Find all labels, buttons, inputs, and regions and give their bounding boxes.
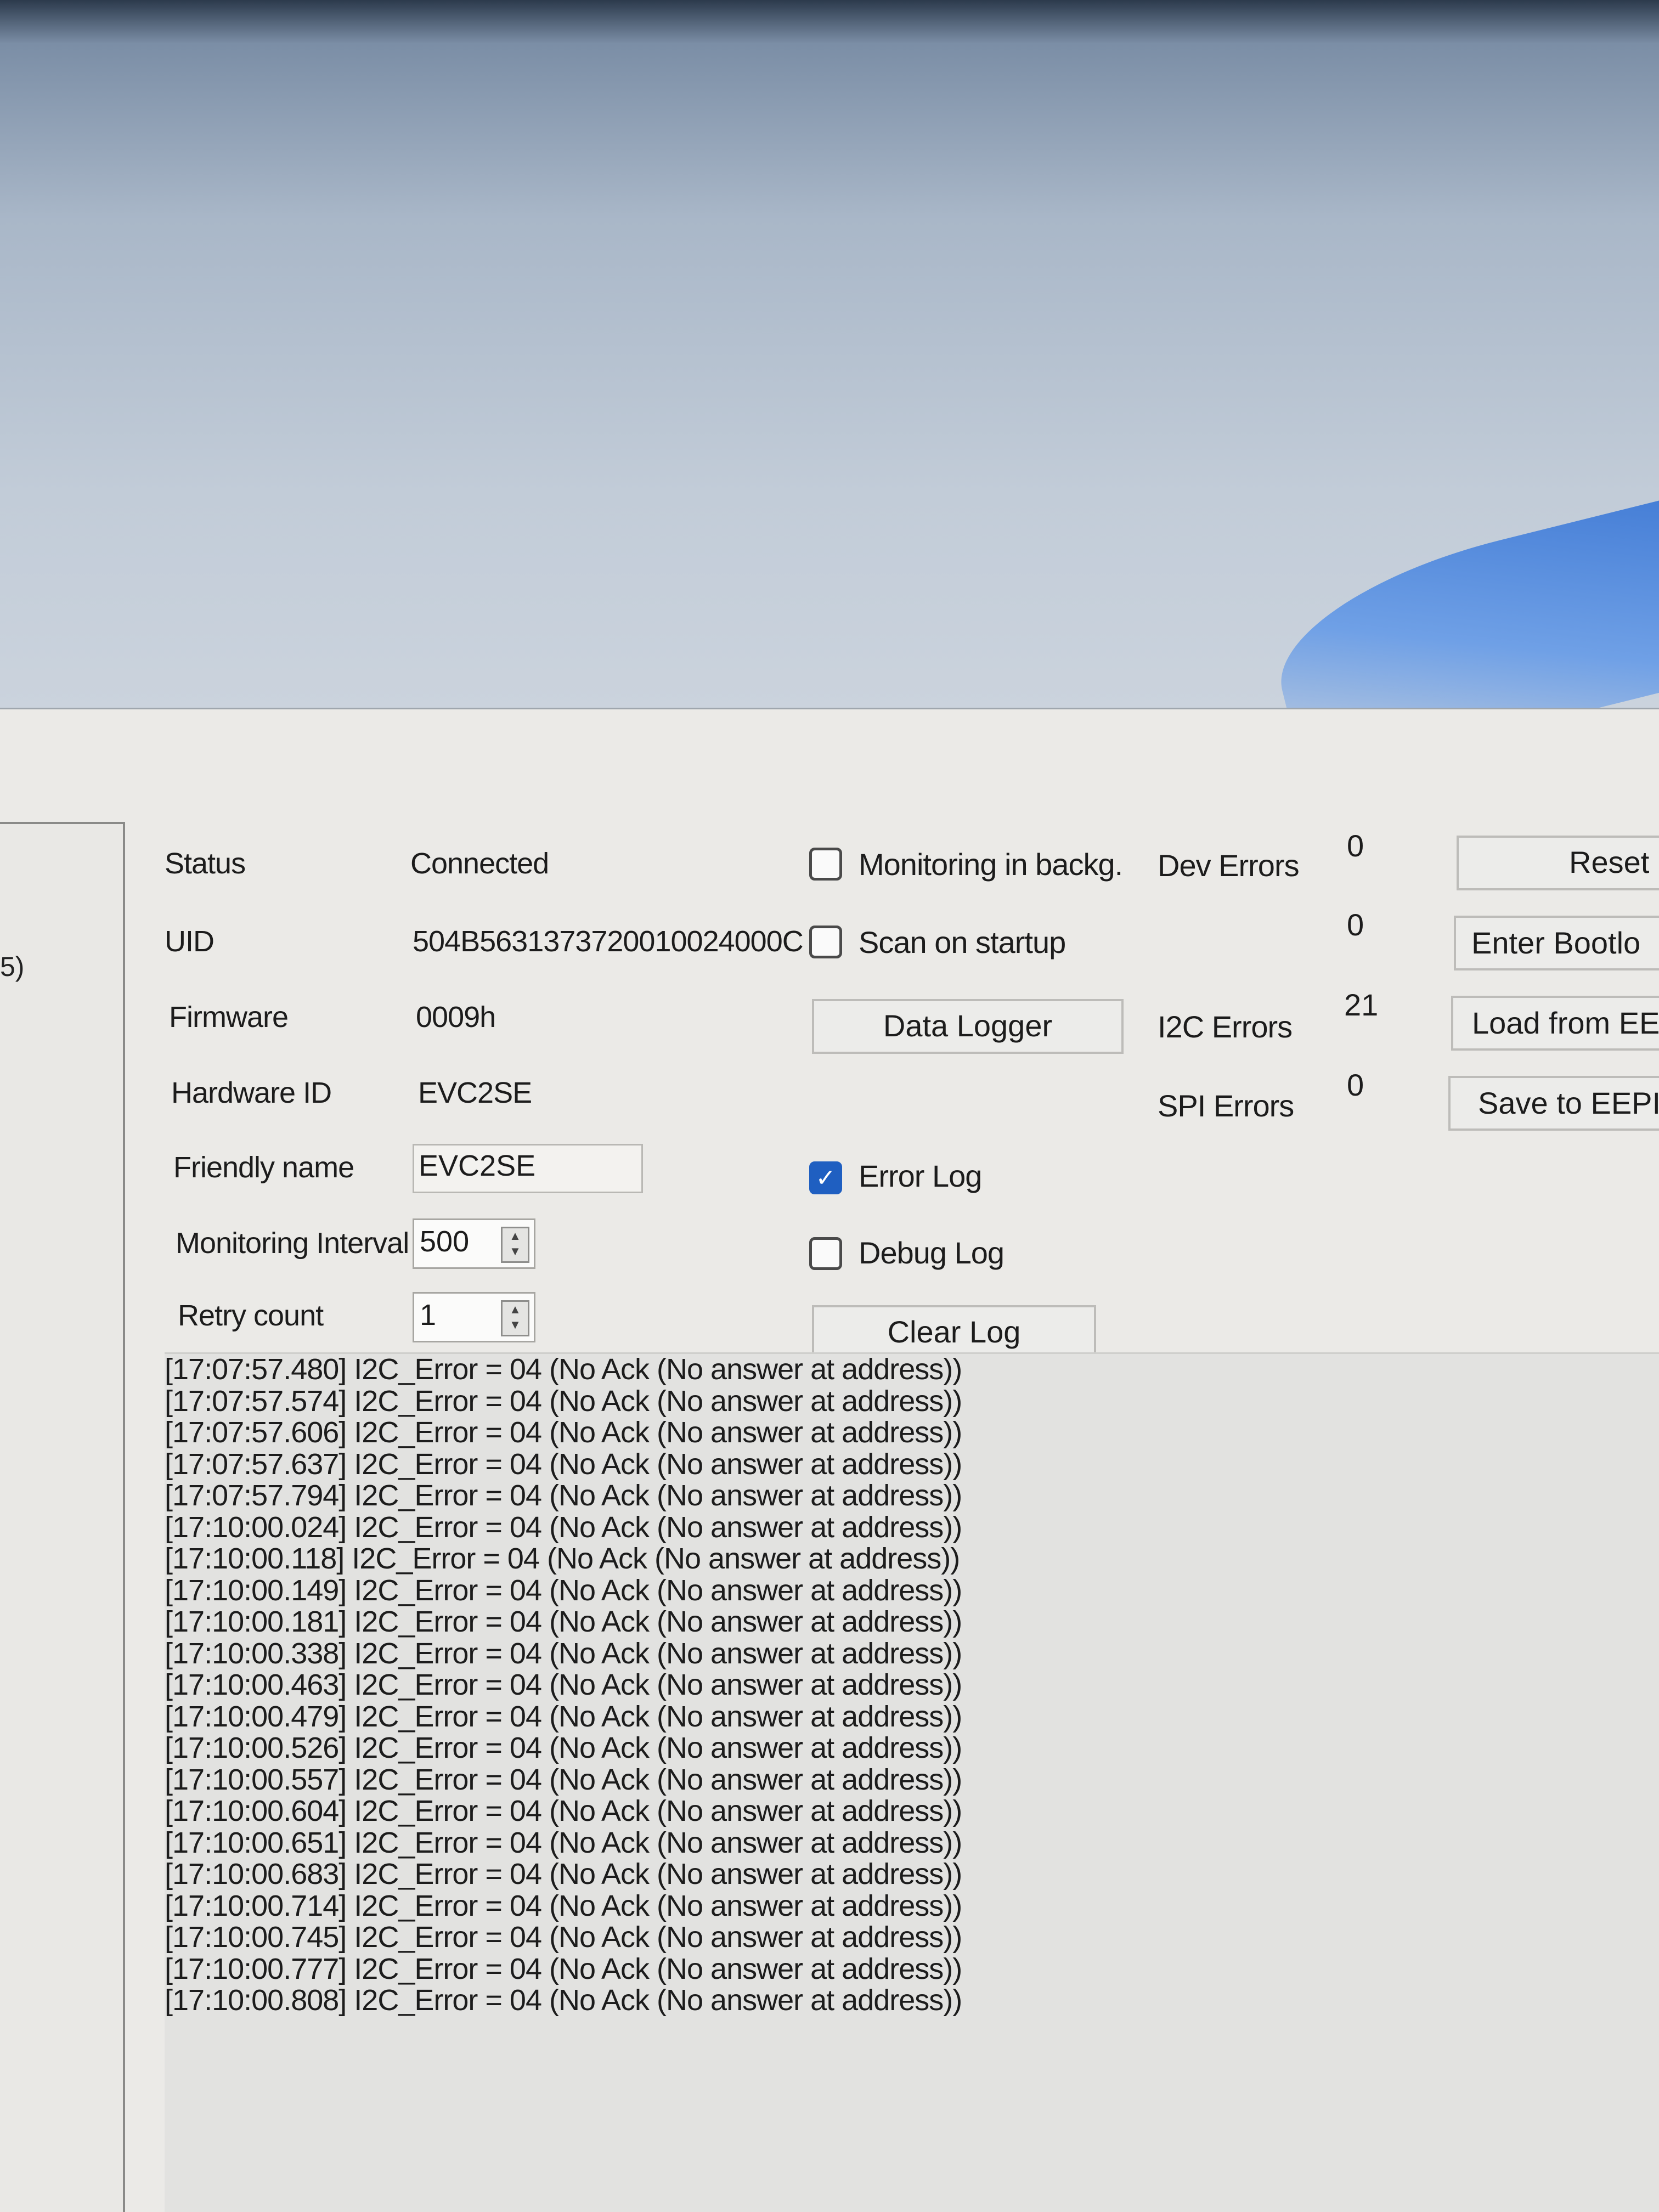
monitoring-background-checkbox[interactable] [809, 848, 842, 881]
retry-count-value: 1 [420, 1299, 437, 1331]
spi-errors-label: SPI Errors [1158, 1088, 1294, 1123]
friendly-name-label: Friendly name [173, 1151, 354, 1184]
hardware-id-label: Hardware ID [171, 1076, 332, 1109]
log-line: [17:10:00.118] I2C_Error = 04 (No Ack (N… [165, 1542, 960, 1575]
save-to-eeprom-button[interactable]: Save to EEPI [1448, 1076, 1659, 1131]
log-line: [17:10:00.181] I2C_Error = 04 (No Ack (N… [165, 1605, 962, 1638]
log-line: [17:10:00.149] I2C_Error = 04 (No Ack (N… [165, 1573, 962, 1607]
firmware-value: 0009h [416, 1001, 496, 1034]
desktop-wallpaper [0, 0, 1659, 781]
debug-log-checkbox[interactable] [809, 1237, 842, 1270]
monitoring-background-label: Monitoring in backg. [859, 847, 1123, 882]
log-line: [17:10:00.714] I2C_Error = 04 (No Ack (N… [165, 1889, 962, 1922]
log-line: [17:10:00.683] I2C_Error = 04 (No Ack (N… [165, 1858, 962, 1891]
uid-label: UID [165, 925, 215, 958]
friendly-name-field[interactable]: EVC2SE [413, 1144, 643, 1193]
log-line: [17:10:00.777] I2C_Error = 04 (No Ack (N… [165, 1952, 962, 1985]
reset-button-label: Reset [1569, 845, 1650, 879]
monitoring-interval-value: 500 [420, 1225, 470, 1258]
clear-log-button[interactable]: Clear Log [812, 1305, 1096, 1360]
error-log-label: Error Log [859, 1159, 982, 1193]
log-line: [17:10:00.808] I2C_Error = 04 (No Ack (N… [165, 1984, 962, 2017]
spi-errors-value: 0 [1347, 1068, 1364, 1102]
retry-count-label: Retry count [178, 1299, 324, 1332]
monitoring-interval-stepper[interactable]: 500 ▲ ▼ [413, 1218, 535, 1269]
log-line: [17:10:00.651] I2C_Error = 04 (No Ack (N… [165, 1826, 962, 1859]
side-panel [0, 822, 125, 2212]
status-label: Status [165, 847, 246, 880]
enter-bootloader-button[interactable]: Enter Bootlo [1454, 916, 1659, 970]
status-value: Connected [410, 847, 549, 880]
log-line: [17:10:00.024] I2C_Error = 04 (No Ack (N… [165, 1510, 962, 1544]
i2c-errors-label: I2C Errors [1158, 1009, 1293, 1044]
app-window: 5) Status Connected UID 504B563137372001… [0, 708, 1659, 2212]
scan-on-startup-label: Scan on startup [859, 925, 1066, 960]
log-line: [17:10:00.745] I2C_Error = 04 (No Ack (N… [165, 1921, 962, 1954]
log-line: [17:10:00.604] I2C_Error = 04 (No Ack (N… [165, 1795, 962, 1827]
log-line: [17:07:57.574] I2C_Error = 04 (No Ack (N… [165, 1384, 962, 1418]
uid-value: 504B5631373720010024000C [413, 925, 804, 958]
log-line: [17:10:00.338] I2C_Error = 04 (No Ack (N… [165, 1637, 962, 1670]
debug-log-label: Debug Log [859, 1235, 1005, 1270]
load-from-eeprom-button[interactable]: Load from EEF [1451, 996, 1659, 1051]
log-line: [17:07:57.606] I2C_Error = 04 (No Ack (N… [165, 1416, 962, 1449]
log-line: [17:10:00.479] I2C_Error = 04 (No Ack (N… [165, 1700, 962, 1733]
log-line: [17:10:00.463] I2C_Error = 04 (No Ack (N… [165, 1668, 962, 1701]
error-count-value: 0 [1347, 907, 1364, 942]
log-lines: [17:07:57.480] I2C_Error = 04 (No Ack (N… [165, 1353, 1659, 2017]
data-logger-button[interactable]: Data Logger [812, 999, 1124, 1054]
stepper-arrows-icon[interactable]: ▲ ▼ [501, 1227, 529, 1263]
hardware-id-value: EVC2SE [418, 1076, 532, 1109]
scan-on-startup-checkbox[interactable] [809, 926, 842, 958]
dev-errors-value: 0 [1347, 828, 1364, 863]
error-log-checkbox[interactable]: ✓ [809, 1161, 842, 1194]
dev-errors-label: Dev Errors [1158, 848, 1300, 883]
monitoring-interval-label: Monitoring Interval [176, 1227, 409, 1260]
stepper-arrows-icon[interactable]: ▲ ▼ [501, 1300, 529, 1336]
firmware-label: Firmware [169, 1001, 289, 1034]
side-panel-label: 5) [0, 951, 25, 982]
log-line: [17:07:57.480] I2C_Error = 04 (No Ack (N… [165, 1353, 962, 1386]
log-line: [17:10:00.526] I2C_Error = 04 (No Ack (N… [165, 1731, 962, 1764]
retry-count-stepper[interactable]: 1 ▲ ▼ [413, 1292, 535, 1342]
log-line: [17:10:00.557] I2C_Error = 04 (No Ack (N… [165, 1763, 962, 1796]
log-line: [17:07:57.794] I2C_Error = 04 (No Ack (N… [165, 1479, 962, 1512]
i2c-errors-value: 21 [1344, 988, 1379, 1022]
log-line: [17:07:57.637] I2C_Error = 04 (No Ack (N… [165, 1447, 962, 1481]
error-log-textarea[interactable]: [17:07:57.480] I2C_Error = 04 (No Ack (N… [165, 1352, 1659, 2212]
